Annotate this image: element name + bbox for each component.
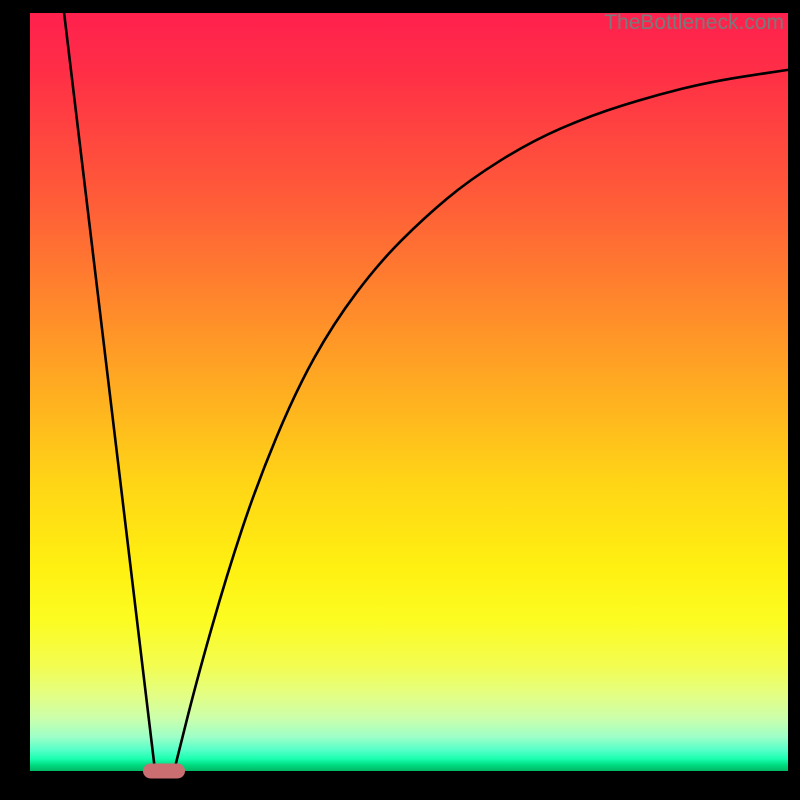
chart-plot-area: TheBottleneck.com	[30, 13, 788, 771]
series-right-curve	[174, 70, 788, 771]
chart-lines	[30, 13, 788, 771]
series-left-descent	[64, 13, 155, 771]
chart-frame: TheBottleneck.com	[0, 0, 800, 800]
